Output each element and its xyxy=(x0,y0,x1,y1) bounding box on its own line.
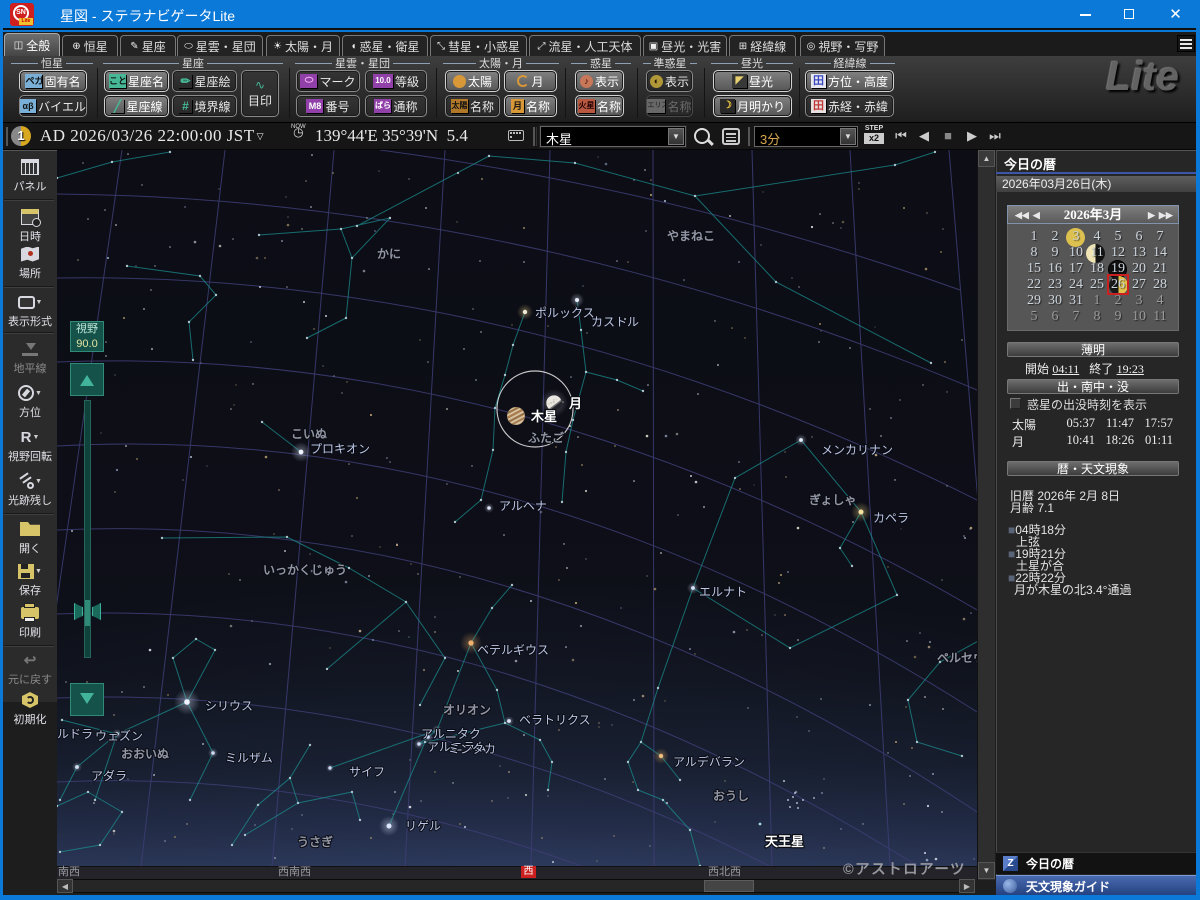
svg-text:天王星: 天王星 xyxy=(765,834,804,849)
svg-text:やまねこ: やまねこ xyxy=(667,229,715,243)
svg-text:ウェズン: ウェズン xyxy=(95,728,143,743)
svg-text:アルニタク: アルニタク xyxy=(421,727,481,741)
svg-text:ぎょしゃ: ぎょしゃ xyxy=(809,492,856,507)
svg-text:ミルザム: ミルザム xyxy=(225,751,273,765)
svg-text:シリウス: シリウス xyxy=(205,699,253,713)
svg-text:メンカリナン: メンカリナン xyxy=(821,443,893,457)
svg-text:プロキオン: プロキオン xyxy=(310,442,370,456)
svg-text:うさぎ: うさぎ xyxy=(297,834,333,849)
svg-text:ベテルギウス: ベテルギウス xyxy=(477,643,549,657)
svg-text:ふたご: ふたご xyxy=(528,430,565,445)
svg-text:サイフ: サイフ xyxy=(349,765,385,779)
svg-text:おおいぬ: おおいぬ xyxy=(121,747,169,761)
svg-text:アルヘナ: アルヘナ xyxy=(499,499,547,513)
svg-text:アルデバラン: アルデバラン xyxy=(673,754,745,769)
svg-text:オリオン: オリオン xyxy=(443,703,491,717)
svg-text:かに: かに xyxy=(377,247,401,261)
svg-text:月: 月 xyxy=(568,396,582,411)
svg-text:木星: 木星 xyxy=(530,409,557,424)
svg-text:エルナト: エルナト xyxy=(699,585,747,599)
svg-text:ポルックス: ポルックス xyxy=(535,306,595,320)
svg-text:ベラトリクス: ベラトリクス xyxy=(519,713,591,727)
svg-text:アダラ: アダラ xyxy=(91,768,127,783)
svg-text:カストル: カストル xyxy=(591,315,639,329)
svg-text:ペルセウ: ペルセウ xyxy=(937,651,977,665)
svg-text:ルドラ: ルドラ xyxy=(57,727,93,741)
svg-text:いっかくじゅう: いっかくじゅう xyxy=(263,563,347,577)
svg-text:リゲル: リゲル xyxy=(405,819,441,833)
svg-text:ミンタカ: ミンタカ xyxy=(448,742,496,756)
svg-text:こいぬ: こいぬ xyxy=(291,427,327,441)
svg-text:カペラ: カペラ xyxy=(873,511,909,525)
svg-text:おうし: おうし xyxy=(713,789,749,803)
